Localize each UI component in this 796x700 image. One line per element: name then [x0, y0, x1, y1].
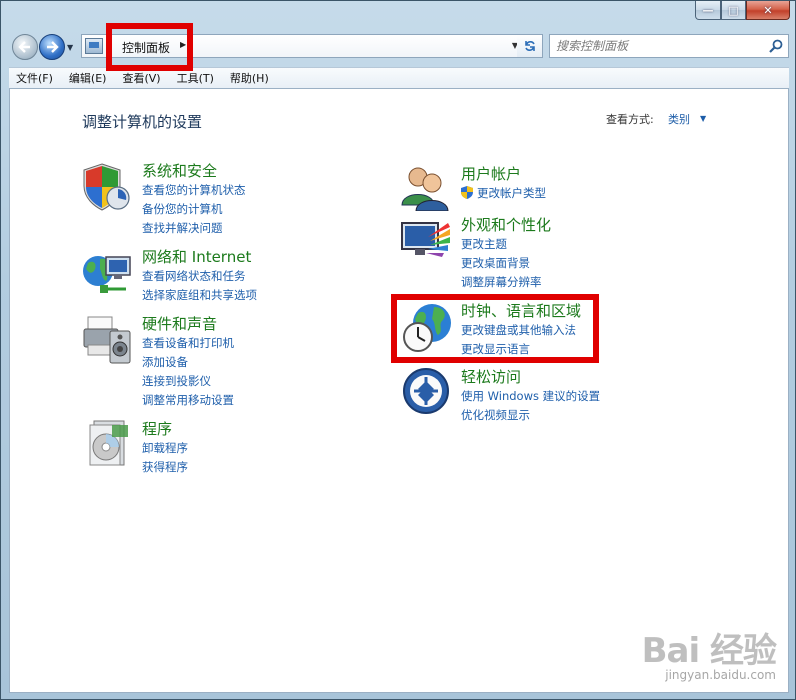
address-bar[interactable]: 控制面板 ▶ ▼ [81, 34, 541, 58]
maximize-icon: □ [728, 3, 739, 17]
display-icon [401, 222, 450, 257]
link-optimize-video-display[interactable]: 优化视频显示 [461, 406, 600, 425]
breadcrumb-control-panel[interactable]: 控制面板 [122, 39, 170, 56]
link-connect-projector[interactable]: 连接到投影仪 [142, 372, 234, 391]
minimize-icon: — [702, 3, 714, 17]
category-title[interactable]: 外观和个性化 [461, 215, 551, 235]
close-icon: ✕ [763, 3, 773, 17]
watermark-logo: Bai 经验 [641, 631, 777, 671]
category-programs: 程序 卸载程序 获得程序 [142, 419, 188, 477]
category-title[interactable]: 网络和 Internet [142, 247, 257, 267]
page-title: 调整计算机的设置 [82, 113, 203, 131]
view-by-dropdown[interactable]: 类别 [668, 111, 690, 127]
uac-shield-icon [461, 186, 473, 199]
category-hardware-sound: 硬件和声音 查看设备和打印机 添加设备 连接到投影仪 调整常用移动设置 [142, 314, 234, 410]
category-title[interactable]: 硬件和声音 [142, 314, 234, 334]
link-change-theme[interactable]: 更改主题 [461, 235, 551, 254]
back-arrow-icon [18, 41, 30, 53]
category-title[interactable]: 轻松访问 [461, 367, 600, 387]
category-title[interactable]: 时钟、语言和区域 [461, 301, 581, 321]
view-by-dropdown-arrow-icon[interactable]: ▼ [700, 114, 706, 123]
maximize-button[interactable]: □ [721, 1, 746, 20]
link-backup-computer[interactable]: 备份您的计算机 [142, 200, 246, 219]
network-icon [83, 256, 131, 293]
menu-view[interactable]: 查看(V) [115, 70, 169, 86]
navigation-bar: ▼ 控制面板 ▶ ▼ [9, 33, 789, 61]
category-ease-of-access: 轻松访问 使用 Windows 建议的设置 优化视频显示 [461, 367, 600, 425]
link-network-status[interactable]: 查看网络状态和任务 [142, 267, 257, 286]
link-homegroup-sharing[interactable]: 选择家庭组和共享选项 [142, 286, 257, 305]
menu-tools[interactable]: 工具(T) [170, 70, 223, 86]
category-title[interactable]: 系统和安全 [142, 161, 246, 181]
recent-pages-dropdown[interactable]: ▼ [67, 43, 73, 52]
link-mobility-settings[interactable]: 调整常用移动设置 [142, 391, 234, 410]
category-clock-language-region: 时钟、语言和区域 更改键盘或其他输入法 更改显示语言 [461, 301, 581, 359]
caption-buttons: — □ ✕ [695, 1, 790, 20]
forward-button[interactable] [39, 34, 65, 60]
search-input[interactable] [556, 38, 766, 54]
accessibility-icon [403, 368, 449, 414]
search-box[interactable] [549, 34, 789, 58]
category-title[interactable]: 程序 [142, 419, 188, 439]
category-network-internet: 网络和 Internet 查看网络状态和任务 选择家庭组和共享选项 [142, 247, 257, 305]
link-get-programs[interactable]: 获得程序 [142, 458, 188, 477]
menu-help[interactable]: 帮助(H) [223, 70, 278, 86]
back-button[interactable] [12, 34, 38, 60]
menu-file[interactable]: 文件(F) [9, 70, 62, 86]
link-screen-resolution[interactable]: 调整屏幕分辨率 [461, 273, 551, 292]
refresh-icon [524, 41, 535, 51]
forward-arrow-icon [47, 41, 59, 53]
link-desktop-background[interactable]: 更改桌面背景 [461, 254, 551, 273]
control-panel-icon [85, 38, 103, 54]
printer-icon [83, 316, 131, 364]
refresh-button[interactable] [517, 34, 543, 58]
category-system-security: 系统和安全 查看您的计算机状态 备份您的计算机 查找并解决问题 [142, 161, 246, 238]
shield-icon [83, 163, 130, 211]
link-troubleshoot[interactable]: 查找并解决问题 [142, 219, 246, 238]
watermark: Bai 经验 jingyan.baidu.com [641, 623, 777, 682]
view-by-label: 查看方式: [606, 113, 654, 126]
users-icon [401, 167, 449, 211]
menu-edit[interactable]: 编辑(E) [62, 70, 116, 86]
content-pane: 调整计算机的设置 查看方式: 类别 ▼ 系统和安全 查看您的计算机状态 备份您的… [9, 88, 789, 693]
link-windows-recommended-settings[interactable]: 使用 Windows 建议的设置 [461, 387, 600, 406]
search-icon[interactable] [768, 38, 784, 54]
link-add-device[interactable]: 添加设备 [142, 353, 234, 372]
link-change-account-type[interactable]: 更改帐户类型 [461, 184, 546, 203]
control-panel-window: — □ ✕ ▼ 控制面板 ▶ ▼ 文件(F) 编辑(E) 查看(V) 工具(T)… [0, 0, 796, 700]
programs-icon [89, 420, 128, 466]
breadcrumb-arrow-icon[interactable]: ▶ [180, 40, 186, 49]
link-change-display-language[interactable]: 更改显示语言 [461, 340, 581, 359]
menu-bar: 文件(F) 编辑(E) 查看(V) 工具(T) 帮助(H) [9, 67, 789, 88]
minimize-button[interactable]: — [695, 1, 721, 20]
globe-clock-icon [403, 304, 451, 352]
link-label: 更改帐户类型 [477, 186, 546, 200]
close-button[interactable]: ✕ [746, 1, 790, 20]
link-uninstall-program[interactable]: 卸载程序 [142, 439, 188, 458]
link-devices-printers[interactable]: 查看设备和打印机 [142, 334, 234, 353]
category-title[interactable]: 用户帐户 [461, 164, 546, 184]
category-user-accounts: 用户帐户 更改帐户类型 [461, 164, 546, 203]
link-change-keyboard-input[interactable]: 更改键盘或其他输入法 [461, 321, 581, 340]
link-view-computer-status[interactable]: 查看您的计算机状态 [142, 181, 246, 200]
category-appearance-personalization: 外观和个性化 更改主题 更改桌面背景 调整屏幕分辨率 [461, 215, 551, 292]
